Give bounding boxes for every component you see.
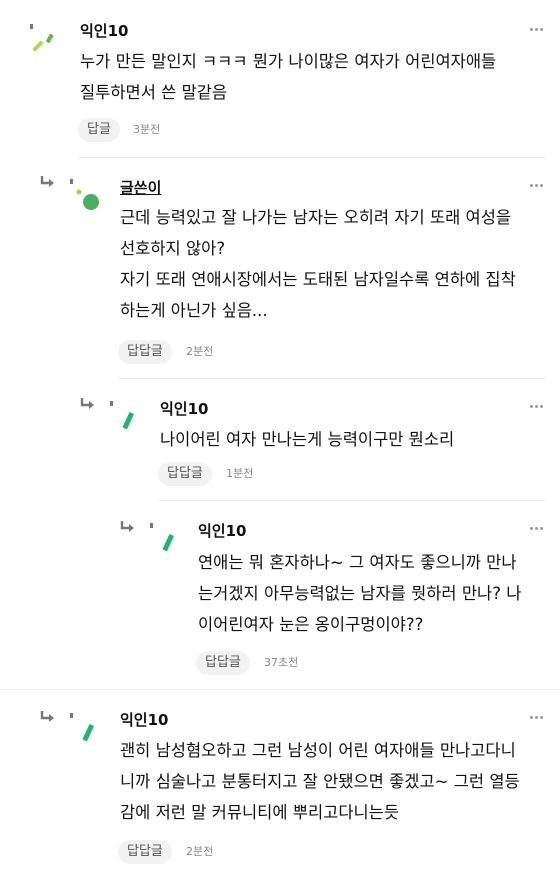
reply-button[interactable]: 답글 <box>78 118 120 142</box>
badge-mark <box>150 523 153 528</box>
comment-nickname[interactable]: 익인10 <box>120 709 168 730</box>
comment-text: 연애는 뭐 혼자하나~ 그 여자도 좋으니까 만나 는거겠지 아무능력없는 남자… <box>198 553 522 634</box>
reply-arrow-icon <box>80 398 96 410</box>
reply-arrow-icon <box>40 176 56 188</box>
more-dots-icon[interactable] <box>530 405 544 409</box>
comment-nickname[interactable]: 익인10 <box>80 20 128 41</box>
comment-text: 누가 만든 말인지 ㅋㅋㅋ 뭔가 나이많은 여자가 어린여자애들 질투하면서 쓴… <box>80 52 497 102</box>
more-dots-icon[interactable] <box>530 527 544 531</box>
reply-button[interactable]: 답답글 <box>118 340 172 364</box>
divider <box>118 378 546 379</box>
comment-nickname[interactable]: 글쓴이 <box>120 177 161 198</box>
comment-text: 근데 능력있고 잘 나가는 남자는 오히려 자기 또래 여성을 선호하지 않아?… <box>120 208 516 320</box>
avatar[interactable] <box>154 530 184 560</box>
comment-time: 37초전 <box>264 656 299 669</box>
more-dots-icon[interactable] <box>530 28 544 32</box>
comment-text: 괜히 남성혐오하고 그런 남성이 어린 여자애들 만나고다니 니까 심술나고 분… <box>120 741 520 822</box>
comment-time: 1분전 <box>226 467 254 480</box>
avatar[interactable] <box>72 186 102 216</box>
comment-nickname[interactable]: 익인10 <box>198 520 246 541</box>
comment-time: 2분전 <box>186 845 214 858</box>
divider <box>78 157 546 158</box>
reply-button[interactable]: 답답글 <box>118 840 172 864</box>
reply-arrow-icon <box>40 711 56 723</box>
reply-button[interactable]: 답답글 <box>196 651 250 675</box>
divider <box>158 500 546 501</box>
badge-mark <box>70 713 73 718</box>
more-dots-icon[interactable] <box>530 184 544 188</box>
divider <box>0 689 560 690</box>
badge-mark <box>30 24 33 29</box>
reply-button[interactable]: 답답글 <box>158 462 212 486</box>
comment-time: 2분전 <box>186 345 214 358</box>
badge-mark <box>110 401 113 406</box>
badge-mark <box>70 179 73 184</box>
comment-nickname[interactable]: 익인10 <box>160 398 208 419</box>
more-dots-icon[interactable] <box>530 716 544 720</box>
avatar[interactable] <box>114 408 144 438</box>
comment-time: 3분전 <box>133 123 161 136</box>
avatar[interactable] <box>74 720 104 750</box>
comment-text: 나이어린 여자 만나는게 능력이구만 뭔소리 <box>160 430 455 449</box>
avatar[interactable] <box>32 30 62 60</box>
reply-arrow-icon <box>120 521 136 533</box>
